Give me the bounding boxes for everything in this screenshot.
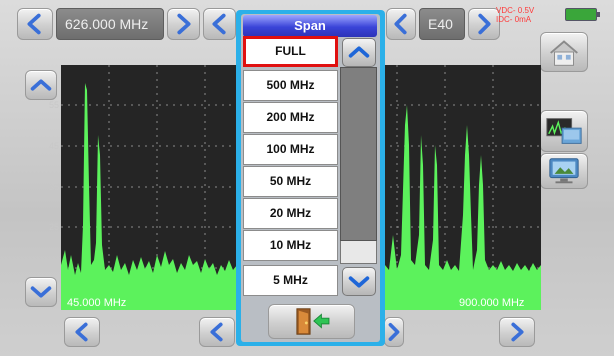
chevron-left-icon [394, 13, 407, 35]
chevron-left-icon [212, 13, 226, 35]
y-tick-label: 25 [49, 222, 60, 232]
span-option-20mhz[interactable]: 20 MHz [243, 198, 338, 229]
chevron-right-icon [478, 13, 491, 35]
span-option-500mhz[interactable]: 500 MHz [243, 70, 338, 101]
scroll-right-button[interactable] [499, 317, 535, 347]
channel-down-button[interactable] [386, 8, 416, 40]
chevron-left-icon [75, 322, 88, 342]
marker-left-button[interactable] [199, 317, 235, 347]
span-option-10mhz[interactable]: 10 MHz [243, 230, 338, 261]
freq-up-button[interactable] [167, 8, 200, 40]
chevron-down-icon [348, 276, 370, 288]
span-option-50mhz[interactable]: 50 MHz [243, 166, 338, 197]
span-option-5mhz[interactable]: 5 MHz [243, 265, 338, 296]
span-popup-title: Span [243, 15, 377, 37]
span-list-scroll-thumb[interactable] [340, 67, 377, 241]
battery-icon [565, 8, 600, 21]
analyzer-screen: 626.000 MHz E40 VDC- 0.5V IDC- 0mA 55 45… [0, 0, 614, 356]
chevron-left-icon [210, 322, 223, 342]
stop-frequency-label: 900.000 MHz [459, 297, 525, 309]
idc-readout: IDC- 0mA [496, 15, 532, 24]
exit-door-icon [296, 308, 330, 335]
frequency-field[interactable]: 626.000 MHz [56, 8, 164, 40]
chevron-up-icon [30, 79, 52, 91]
span-option-100mhz[interactable]: 100 MHz [243, 134, 338, 165]
span-option-full[interactable]: FULL [243, 36, 338, 67]
scroll-left-button[interactable] [64, 317, 100, 347]
y-tick-label: 45 [49, 141, 60, 151]
marker-right-button[interactable] [384, 317, 404, 347]
span-option-200mhz[interactable]: 200 MHz [243, 102, 338, 133]
channel-field[interactable]: E40 [419, 8, 465, 40]
chevron-right-icon [388, 323, 400, 341]
y-tick-label: 15 [49, 263, 60, 273]
chevron-down-icon [30, 286, 52, 298]
home-icon [550, 40, 578, 66]
monitor-icon [549, 158, 579, 184]
y-tick-label: 55 [49, 100, 60, 110]
ref-level-up-button[interactable] [25, 70, 57, 100]
exit-button[interactable] [268, 304, 355, 339]
vdc-readout: VDC- 0.5V [496, 6, 535, 15]
ref-level-down-button[interactable] [25, 277, 57, 307]
span-scroll-down-button[interactable] [342, 267, 376, 296]
prev-button[interactable] [203, 8, 236, 40]
chevron-right-icon [511, 322, 524, 342]
chevron-right-icon [177, 13, 191, 35]
freq-down-button[interactable] [17, 8, 53, 40]
home-button[interactable] [540, 32, 588, 72]
span-scroll-up-button[interactable] [342, 38, 376, 67]
start-frequency-label: 45.000 MHz [67, 297, 127, 309]
spectrum-view-icon [546, 118, 582, 144]
view-mode-button[interactable] [540, 110, 588, 152]
chevron-left-icon [27, 13, 41, 35]
monitor-button[interactable] [540, 153, 588, 189]
chevron-up-icon [348, 46, 370, 58]
y-tick-label: 35 [49, 182, 60, 192]
